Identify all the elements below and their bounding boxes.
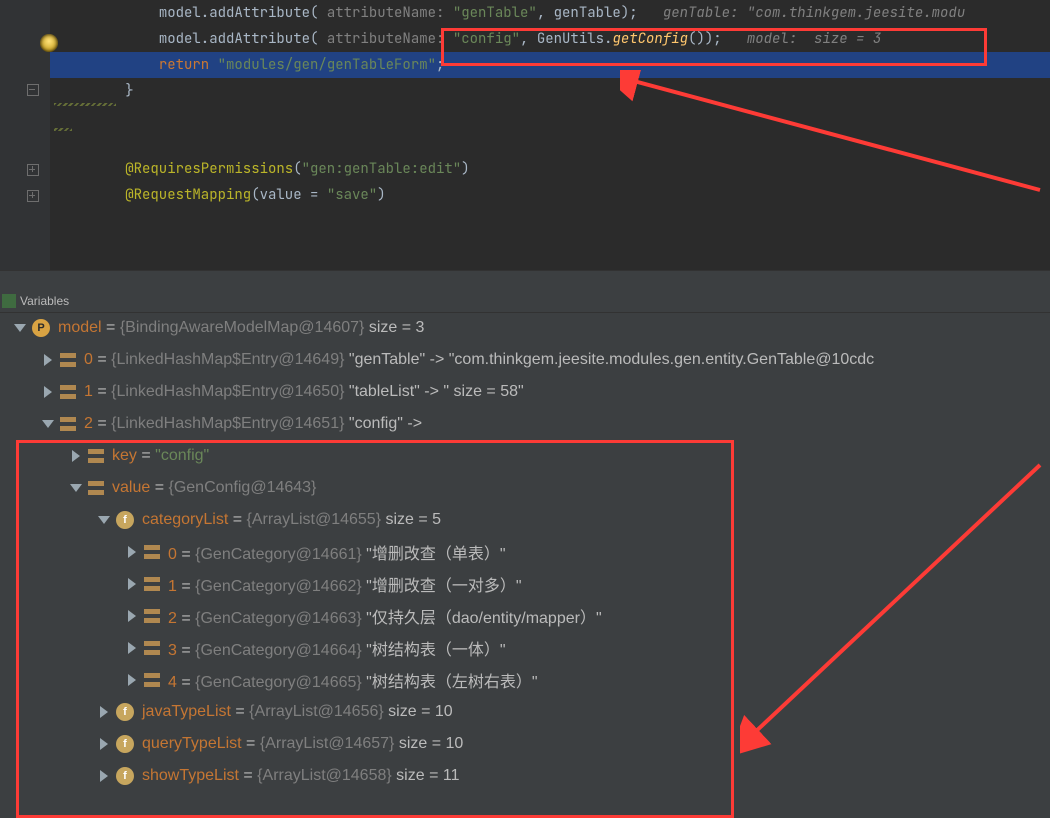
chevron-right-icon[interactable] <box>98 770 110 782</box>
tree-node-label: 2 = {LinkedHashMap$Entry@14651} "config"… <box>84 415 422 433</box>
tree-node-label: 4 = {GenCategory@14665} "树结构表（左树右表）" <box>168 668 538 692</box>
tree-node[interactable]: 2 = {LinkedHashMap$Entry@14651} "config"… <box>0 408 1050 440</box>
field-badge-icon: f <box>116 735 134 753</box>
tree-node[interactable]: value = {GenConfig@14643} <box>0 472 1050 504</box>
field-badge-icon: f <box>116 767 134 785</box>
chevron-right-icon[interactable] <box>98 706 110 718</box>
panel-splitter[interactable] <box>0 270 1050 292</box>
fold-end-icon[interactable] <box>27 84 39 96</box>
code-line[interactable]: @RequestMapping(value = "save") <box>50 182 1050 208</box>
tree-node[interactable]: f showTypeList = {ArrayList@14658} size =… <box>0 760 1050 792</box>
entry-icon <box>60 417 76 431</box>
tree-node[interactable]: 1 = {GenCategory@14662} "增删改查（一对多）" <box>0 568 1050 600</box>
code-line[interactable] <box>50 104 1050 130</box>
chevron-right-icon[interactable] <box>126 546 138 558</box>
entry-icon <box>144 609 160 623</box>
chevron-right-icon[interactable] <box>42 354 54 366</box>
chevron-right-icon[interactable] <box>126 642 138 654</box>
tree-node-label: queryTypeList = {ArrayList@14657} size =… <box>142 735 463 753</box>
fold-strip[interactable] <box>14 0 48 270</box>
fold-start-icon[interactable] <box>27 164 39 176</box>
chevron-right-icon[interactable] <box>98 738 110 750</box>
tree-node[interactable]: 2 = {GenCategory@14663} "仅持久层（dao/entity… <box>0 600 1050 632</box>
tree-node[interactable]: 0 = {GenCategory@14661} "增删改查（单表）" <box>0 536 1050 568</box>
chevron-down-icon[interactable] <box>98 514 110 526</box>
chevron-down-icon[interactable] <box>14 322 26 334</box>
field-badge-icon: f <box>116 703 134 721</box>
entry-icon <box>144 641 160 655</box>
tree-node[interactable]: f javaTypeList = {ArrayList@14656} size =… <box>0 696 1050 728</box>
tree-node[interactable]: 1 = {LinkedHashMap$Entry@14650} "tableLi… <box>0 376 1050 408</box>
entry-icon <box>88 481 104 495</box>
chevron-right-icon[interactable] <box>42 386 54 398</box>
warning-squiggle-icon <box>54 128 72 131</box>
tree-node-label: 3 = {GenCategory@14664} "树结构表（一体）" <box>168 636 506 660</box>
tree-node[interactable]: 0 = {LinkedHashMap$Entry@14649} "genTabl… <box>0 344 1050 376</box>
chevron-right-icon[interactable] <box>126 578 138 590</box>
tree-node[interactable]: key = "config" <box>0 440 1050 472</box>
tree-node-label: 1 = {LinkedHashMap$Entry@14650} "tableLi… <box>84 383 524 401</box>
entry-icon <box>144 673 160 687</box>
code-line[interactable]: model.addAttribute( attributeName: "conf… <box>50 26 1050 52</box>
entry-icon <box>60 353 76 367</box>
variables-panel-title: Variables <box>20 294 69 308</box>
code-line[interactable]: model.addAttribute( attributeName: "genT… <box>50 0 1050 26</box>
tree-node[interactable]: 4 = {GenCategory@14665} "树结构表（左树右表）" <box>0 664 1050 696</box>
tree-node-label: value = {GenConfig@14643} <box>112 479 316 497</box>
variables-tree[interactable]: Pmodel = {BindingAwareModelMap@14607} si… <box>0 312 1050 818</box>
chevron-right-icon[interactable] <box>126 610 138 622</box>
parameter-badge-icon: P <box>32 319 50 337</box>
warning-squiggle-icon <box>54 103 116 106</box>
chevron-down-icon[interactable] <box>42 418 54 430</box>
tree-node-label: model = {BindingAwareModelMap@14607} siz… <box>58 319 424 337</box>
tree-node-label: showTypeList = {ArrayList@14658} size = … <box>142 767 459 785</box>
tree-node[interactable]: f categoryList = {ArrayList@14655} size =… <box>0 504 1050 536</box>
tree-node[interactable]: 3 = {GenCategory@14664} "树结构表（一体）" <box>0 632 1050 664</box>
variables-panel: Variables Pmodel = {BindingAwareModelMap… <box>0 290 1050 818</box>
code-editor[interactable]: model.addAttribute( attributeName: "genT… <box>0 0 1050 270</box>
tree-node-label: 1 = {GenCategory@14662} "增删改查（一对多）" <box>168 572 522 596</box>
chevron-down-icon[interactable] <box>70 482 82 494</box>
chevron-right-icon[interactable] <box>126 674 138 686</box>
code-area[interactable]: model.addAttribute( attributeName: "genT… <box>50 0 1050 270</box>
field-badge-icon: f <box>116 511 134 529</box>
code-line[interactable] <box>50 130 1050 156</box>
tree-node-label: categoryList = {ArrayList@14655} size = … <box>142 511 441 529</box>
editor-gutter <box>0 0 51 270</box>
tree-node-label: key = "config" <box>112 447 209 465</box>
tree-node-label: javaTypeList = {ArrayList@14656} size = … <box>142 703 453 721</box>
tree-node[interactable]: Pmodel = {BindingAwareModelMap@14607} si… <box>0 312 1050 344</box>
variables-icon <box>2 294 16 308</box>
tree-node[interactable]: f queryTypeList = {ArrayList@14657} size … <box>0 728 1050 760</box>
tree-node-label: 2 = {GenCategory@14663} "仅持久层（dao/entity… <box>168 604 602 628</box>
code-line[interactable]: return "modules/gen/genTableForm"; <box>50 52 1050 78</box>
entry-icon <box>144 545 160 559</box>
chevron-right-icon[interactable] <box>70 450 82 462</box>
code-line[interactable]: @RequiresPermissions("gen:genTable:edit"… <box>50 156 1050 182</box>
code-line[interactable]: } <box>50 78 1050 104</box>
entry-icon <box>88 449 104 463</box>
fold-start-icon[interactable] <box>27 190 39 202</box>
variables-panel-header[interactable]: Variables <box>0 290 1050 313</box>
entry-icon <box>60 385 76 399</box>
tree-node-label: 0 = {GenCategory@14661} "增删改查（单表）" <box>168 540 506 564</box>
entry-icon <box>144 577 160 591</box>
tree-node-label: 0 = {LinkedHashMap$Entry@14649} "genTabl… <box>84 351 874 369</box>
